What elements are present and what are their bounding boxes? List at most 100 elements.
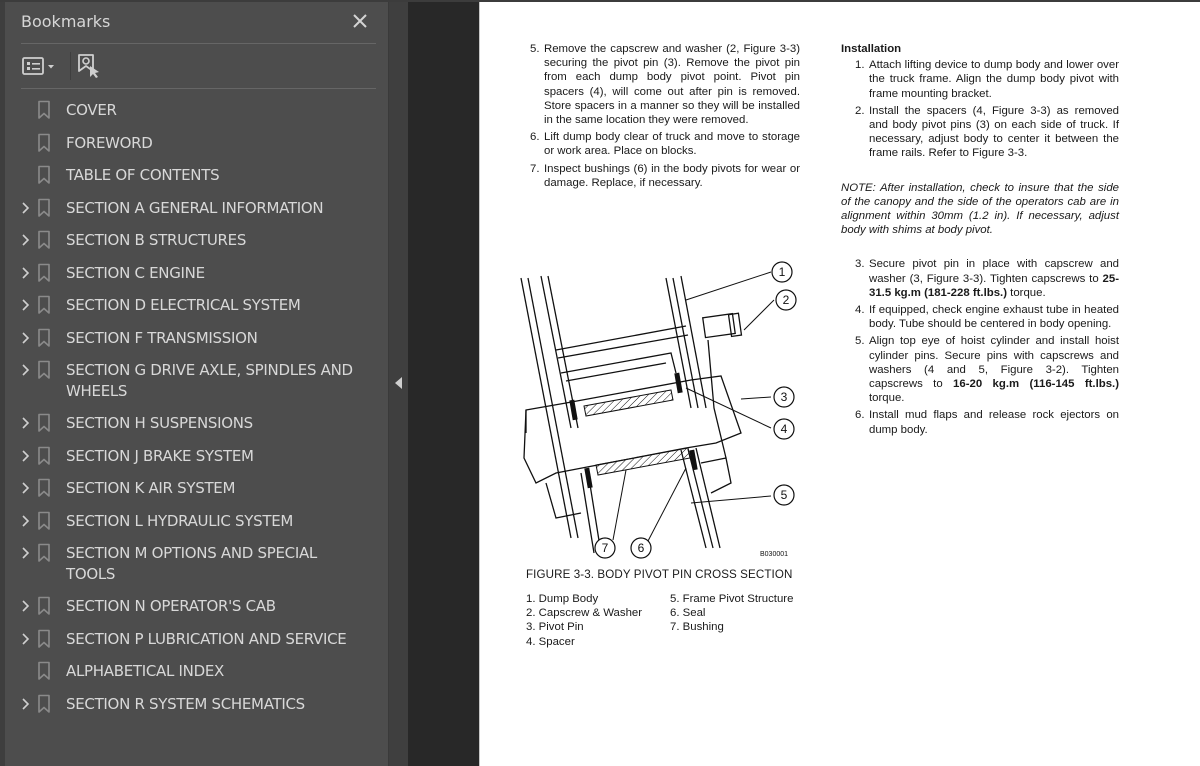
chevron-right-icon[interactable]	[19, 596, 33, 616]
chevron-right-icon[interactable]	[19, 543, 33, 563]
step-text: Attach lifting device to dump body and l…	[869, 59, 1119, 100]
chevron-right-icon[interactable]	[19, 295, 33, 315]
removal-steps: 5. Remove the capscrew and washer (2, Fig…	[530, 42, 800, 190]
bookmark-item[interactable]: SECTION M OPTIONS AND SPECIAL TOOLS	[5, 537, 388, 590]
step-text: Align top eye of hoist cylinder and inst…	[869, 334, 1119, 405]
seal-shape	[584, 467, 593, 489]
leader-line	[647, 467, 687, 542]
collapse-arrow-icon	[395, 377, 402, 389]
new-bookmark-button[interactable]	[75, 52, 103, 80]
bookmark-item[interactable]: SECTION D ELECTRICAL SYSTEM	[5, 289, 388, 322]
bookmark-label: SECTION D ELECTRICAL SYSTEM	[66, 296, 301, 314]
leader-line	[612, 469, 627, 541]
bookmark-item[interactable]: SECTION K AIR SYSTEM	[5, 472, 388, 505]
bookmark-item[interactable]: SECTION L HYDRAULIC SYSTEM	[5, 505, 388, 538]
step-text: Secure pivot pin in place with capscrew …	[869, 257, 1119, 300]
bookmark-label: SECTION F TRANSMISSION	[66, 328, 258, 347]
chevron-right-icon[interactable]	[19, 230, 33, 250]
bookmark-item[interactable]: SECTION G DRIVE AXLE, SPINDLES AND WHEEL…	[5, 354, 388, 407]
bookmark-icon	[37, 694, 51, 714]
bookmark-icon	[37, 133, 51, 153]
chevron-right-icon[interactable]	[19, 478, 33, 498]
legend-item: 7. Bushing	[670, 621, 724, 634]
bookmark-icon	[37, 596, 51, 616]
bookmark-icon	[37, 263, 51, 283]
step-text: Inspect bushings (6) in the body pivots …	[544, 162, 800, 189]
divider	[21, 43, 376, 44]
step-number: 3.	[855, 258, 865, 271]
collapse-panel-handle[interactable]	[389, 2, 408, 766]
bookmark-item[interactable]: COVER	[5, 94, 388, 127]
chevron-right-icon[interactable]	[19, 263, 33, 283]
chevron-right-icon[interactable]	[19, 413, 33, 433]
diagram-line	[695, 447, 721, 549]
legend-item: 4. Spacer	[526, 635, 575, 648]
figure-code: B030001	[760, 551, 788, 558]
step-text-part: Secure pivot pin in place with capscrew …	[869, 258, 1119, 285]
bookmark-label: SECTION P LUBRICATION AND SERVICE	[66, 629, 347, 648]
bookmark-item[interactable]: SECTION N OPERATOR'S CAB	[5, 590, 388, 623]
bookmark-item[interactable]: TABLE OF CONTENTS	[5, 159, 388, 192]
bookmark-label: ALPHABETICAL INDEX	[66, 662, 224, 680]
legend-item: 1. Dump Body	[526, 593, 599, 605]
bookmark-item[interactable]: SECTION C ENGINE	[5, 257, 388, 290]
bookmark-label: SECTION N OPERATOR'S CAB	[66, 597, 276, 615]
chevron-right-icon[interactable]	[19, 360, 33, 380]
bookmark-icon	[37, 478, 51, 498]
figure-caption: FIGURE 3-3. BODY PIVOT PIN CROSS SECTION	[526, 568, 793, 581]
step-item: 4. If equipped, check engine exhaust tube…	[841, 303, 1119, 331]
chevron-right-icon[interactable]	[19, 446, 33, 466]
step-item: 2. Install the spacers (4, Figure 3-3) as…	[841, 104, 1119, 161]
installation-steps: 1. Attach lifting device to dump body and…	[841, 58, 1119, 160]
bookmark-icon	[37, 543, 51, 563]
bookmark-label: SECTION B STRUCTURES	[66, 231, 247, 249]
bookmark-label: SECTION G DRIVE AXLE, SPINDLES AND WHEEL…	[66, 361, 353, 400]
chevron-placeholder	[19, 661, 33, 681]
note-paragraph: NOTE: After installation, check to insur…	[841, 181, 1119, 237]
bookmark-options-button[interactable]	[21, 54, 61, 80]
step-item: 6. Install mud flaps and release rock eje…	[841, 408, 1119, 436]
bookmark-icon	[37, 295, 51, 315]
chevron-placeholder	[19, 100, 33, 120]
bookmark-icon	[37, 165, 51, 185]
left-column: 5. Remove the capscrew and washer (2, Fig…	[530, 42, 800, 193]
bookmark-icon	[37, 629, 51, 649]
bookmark-item[interactable]: SECTION P LUBRICATION AND SERVICE	[5, 623, 388, 656]
bookmark-label: SECTION A GENERAL INFORMATION	[66, 198, 324, 217]
callout-label: 3	[781, 390, 788, 404]
chevron-right-icon[interactable]	[19, 198, 33, 218]
bookmark-item[interactable]: SECTION F TRANSMISSION	[5, 322, 388, 355]
chevron-right-icon[interactable]	[19, 328, 33, 348]
bookmark-label: SECTION J BRAKE SYSTEM	[66, 446, 254, 465]
chevron-right-icon[interactable]	[19, 629, 33, 649]
toolbar-divider	[70, 52, 71, 80]
bookmark-item[interactable]: SECTION J BRAKE SYSTEM	[5, 440, 388, 473]
installation-heading: Installation	[841, 43, 902, 55]
add-bookmark-icon	[78, 54, 99, 78]
legend-item	[670, 635, 820, 649]
bookmark-item[interactable]: SECTION A GENERAL INFORMATION	[5, 192, 388, 225]
diagram-line	[560, 352, 677, 374]
leader-line	[743, 299, 775, 331]
step-number: 7.	[530, 162, 540, 175]
step-item: 5. Remove the capscrew and washer (2, Fig…	[530, 42, 800, 127]
close-panel-button[interactable]	[349, 10, 371, 32]
legend-item: 3. Pivot Pin	[526, 621, 584, 634]
step-text: Install mud flaps and release rock eject…	[869, 408, 1119, 436]
bookmark-item[interactable]: SECTION B STRUCTURES	[5, 224, 388, 257]
step-text-part: torque.	[869, 392, 905, 405]
bookmark-item[interactable]: FOREWORD	[5, 127, 388, 160]
step-item: 5. Align top eye of hoist cylinder and in…	[841, 334, 1119, 405]
bookmark-item[interactable]: SECTION H SUSPENSIONS	[5, 407, 388, 440]
bookmark-icon	[37, 511, 51, 531]
chevron-placeholder	[19, 165, 33, 185]
panel-title: Bookmarks	[21, 12, 111, 31]
callout-label: 4	[781, 422, 788, 436]
step-text: Lift dump body clear of truck and move t…	[544, 131, 800, 158]
bookmark-icon	[37, 446, 51, 466]
bookmark-item[interactable]: SECTION R SYSTEM SCHEMATICS	[5, 688, 388, 721]
bookmark-item[interactable]: ALPHABETICAL INDEX	[5, 655, 388, 688]
bookmark-icon	[37, 413, 51, 433]
chevron-right-icon[interactable]	[19, 694, 33, 714]
chevron-right-icon[interactable]	[19, 511, 33, 531]
